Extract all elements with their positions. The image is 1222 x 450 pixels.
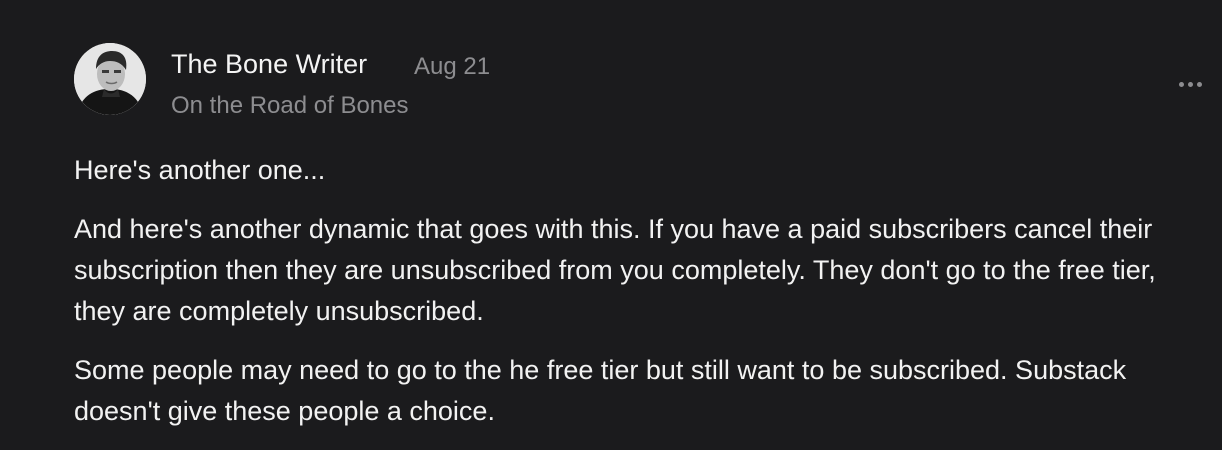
ellipsis-dot (1187, 81, 1193, 87)
publication-name[interactable]: On the Road of Bones (171, 91, 409, 121)
comment-paragraph: Here's another one... (74, 155, 326, 185)
post-date[interactable]: Aug 21 (414, 52, 490, 82)
ellipsis-dot (1196, 81, 1202, 87)
ellipsis-horizontal-icon (1178, 81, 1184, 87)
more-options-button[interactable] (1170, 70, 1210, 98)
comment-paragraph: And here's another dynamic that goes wit… (74, 214, 1156, 326)
author-name[interactable]: The Bone Writer (171, 48, 367, 80)
author-portrait-icon (74, 43, 146, 115)
comment-paragraph: Some people may need to go to the he fre… (74, 355, 1127, 426)
comment: The Bone Writer Aug 21 On the Road of Bo… (0, 0, 1222, 450)
avatar[interactable] (74, 43, 146, 115)
comment-body: Here's another one... And here's another… (74, 150, 1184, 450)
